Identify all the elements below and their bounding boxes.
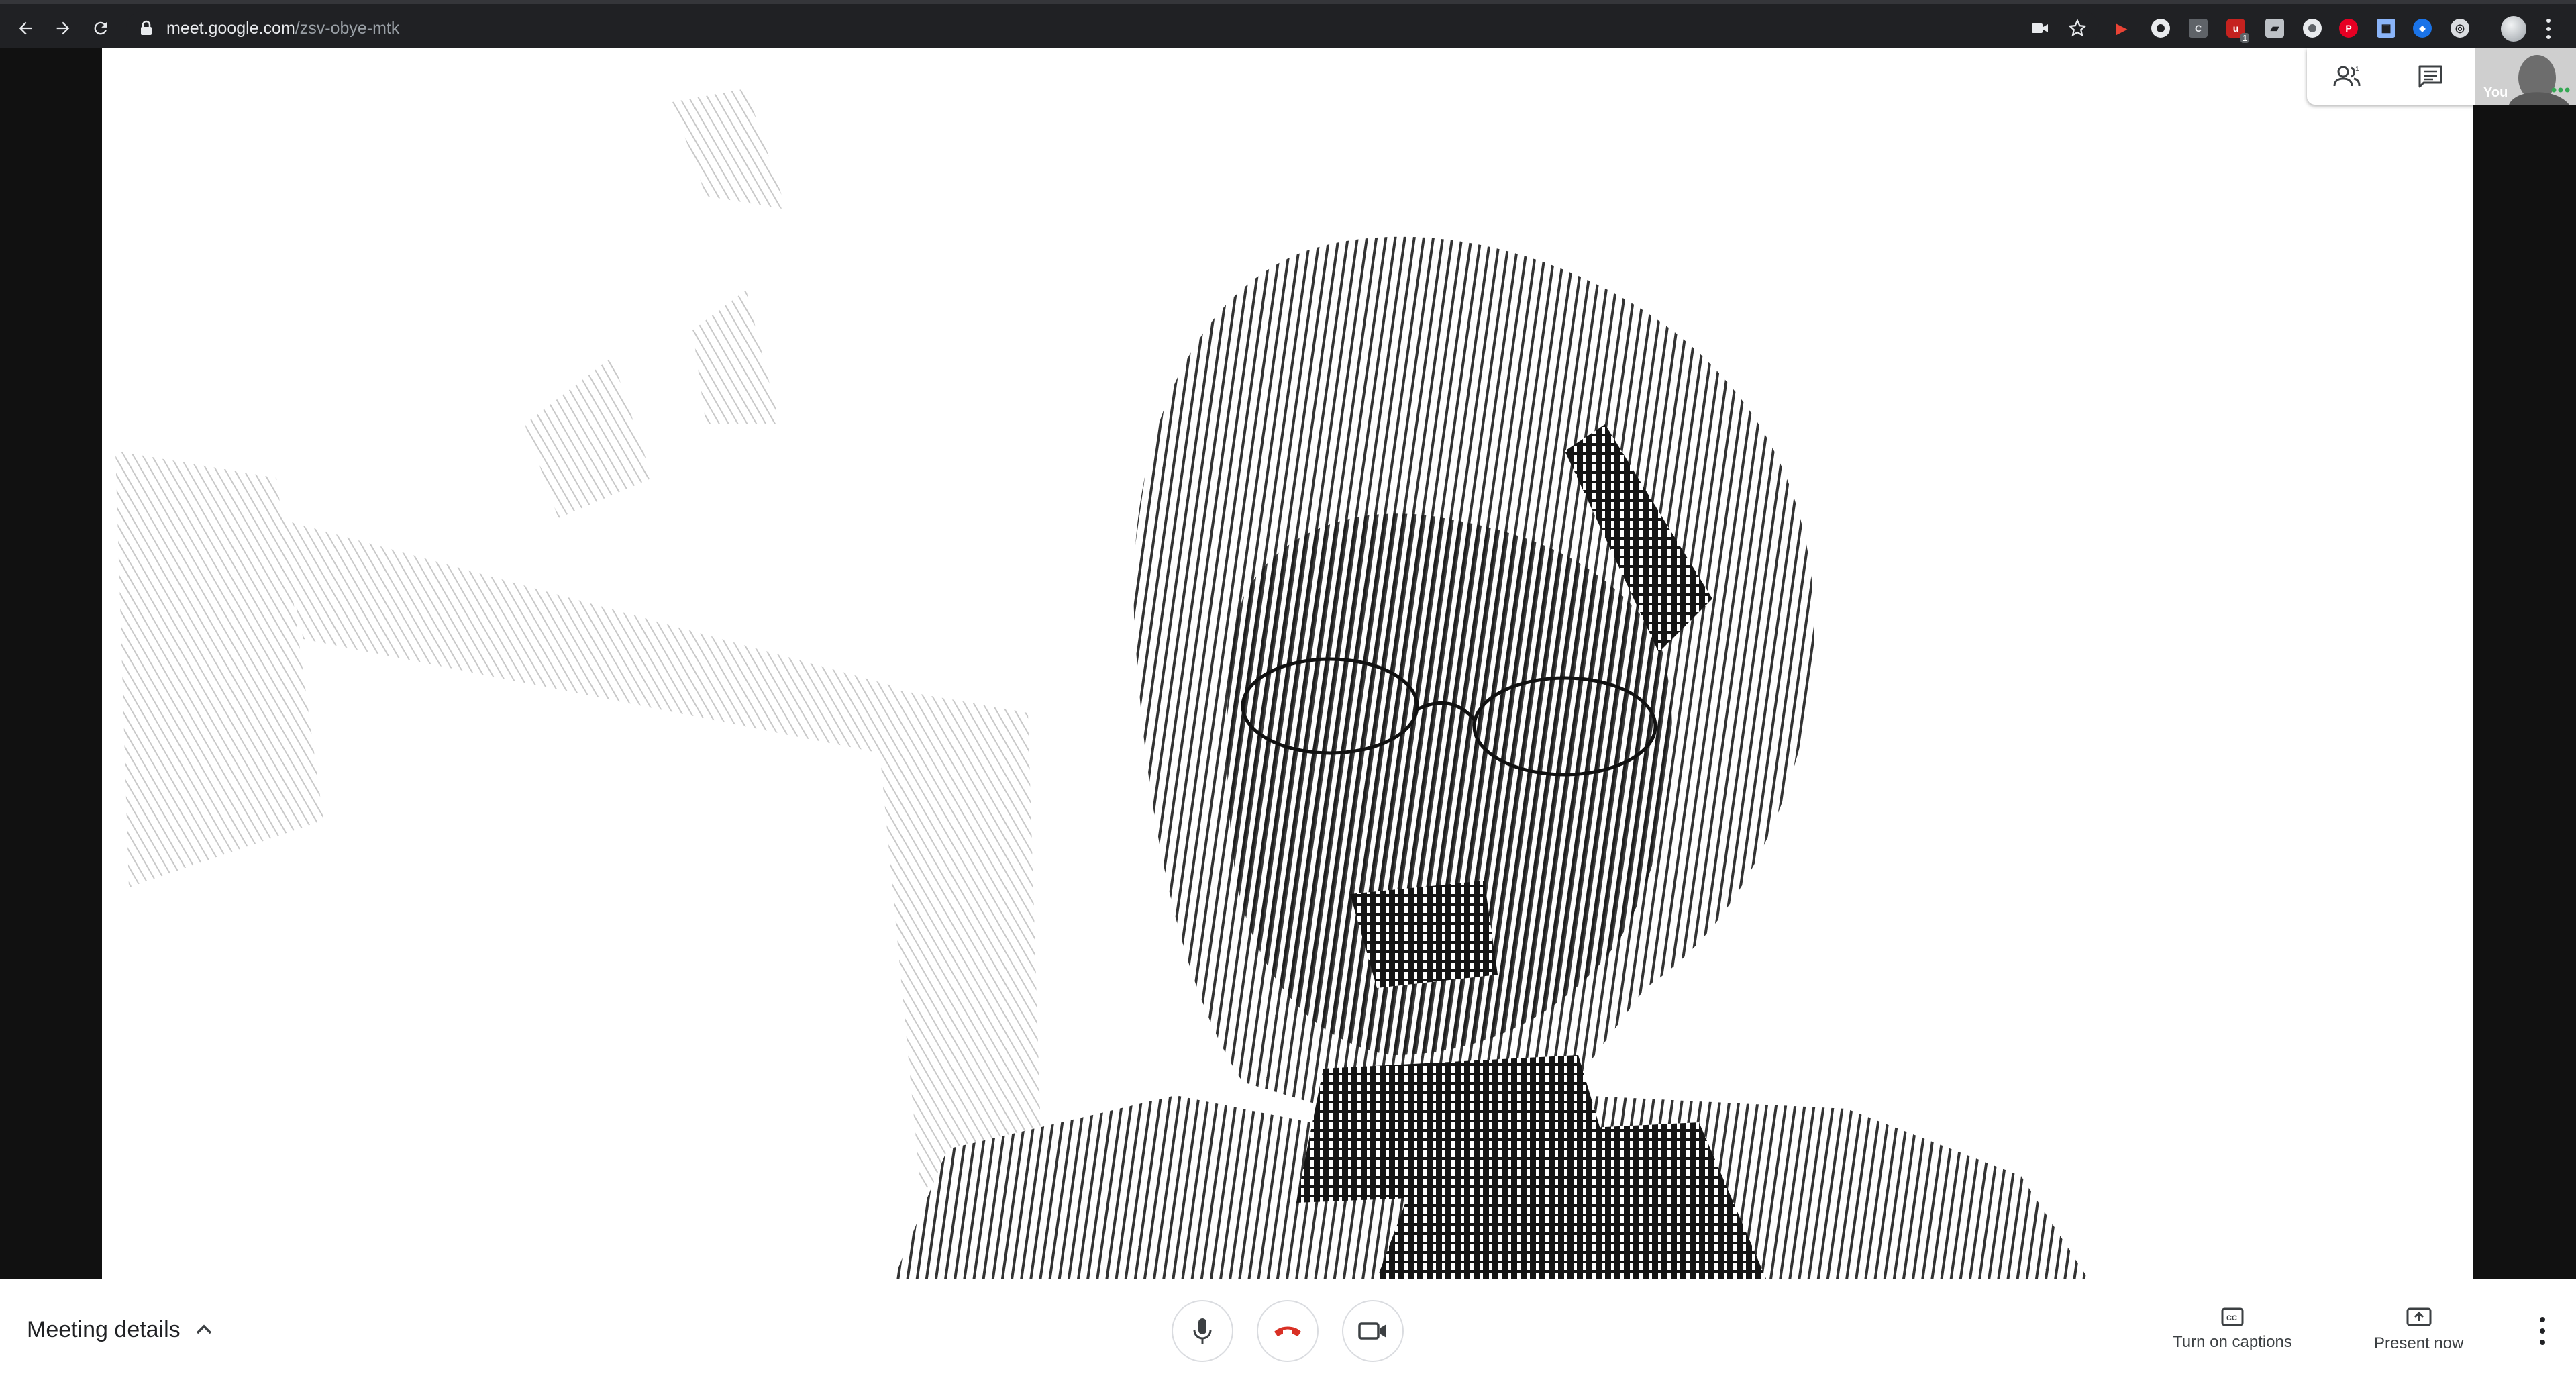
captions-label: Turn on captions xyxy=(2173,1333,2292,1351)
ext-0[interactable]: ▶ xyxy=(2112,19,2131,38)
chat-button[interactable] xyxy=(2412,58,2449,95)
pinterest-ext-icon: P xyxy=(2345,23,2352,34)
self-view-tile[interactable]: You xyxy=(2475,48,2576,105)
reload-button[interactable] xyxy=(85,12,117,44)
meeting-controls-bar: Meeting details CC Turn on captions Pres… xyxy=(0,1279,2576,1382)
svg-text:1: 1 xyxy=(2355,66,2359,73)
camera-button[interactable] xyxy=(1342,1300,1404,1362)
forward-button[interactable] xyxy=(47,12,79,44)
more-options-button[interactable] xyxy=(2528,1314,2555,1348)
c-ext-icon: C xyxy=(2194,23,2202,34)
back-button[interactable] xyxy=(9,12,42,44)
ublock-ext-icon: u xyxy=(2232,23,2239,34)
ext-4[interactable]: ▰ xyxy=(2265,19,2284,38)
circle-ext-icon xyxy=(2157,24,2165,32)
ext-9[interactable]: ◎ xyxy=(2451,19,2469,38)
camera-icon xyxy=(1358,1322,1386,1340)
closed-captions-icon: CC xyxy=(2221,1307,2244,1326)
chrome-menu-button[interactable] xyxy=(2542,17,2555,40)
meeting-details-label: Meeting details xyxy=(27,1316,181,1342)
captions-button[interactable]: CC Turn on captions xyxy=(2173,1307,2292,1361)
present-now-button[interactable]: Present now xyxy=(2374,1307,2463,1361)
meeting-details-button[interactable]: Meeting details xyxy=(27,1313,213,1346)
svg-text:CC: CC xyxy=(2226,1314,2237,1322)
people-button[interactable]: 1 xyxy=(2328,58,2366,95)
present-now-label: Present now xyxy=(2374,1334,2464,1352)
screen-ext-icon: ▣ xyxy=(2381,23,2391,34)
participant-video-feed xyxy=(115,89,2088,1279)
chevron-up-icon xyxy=(196,1324,211,1334)
microphone-button[interactable] xyxy=(1172,1300,1233,1362)
ublock-badge: 1 xyxy=(2240,33,2249,43)
image-ext-icon: ▰ xyxy=(2270,23,2279,34)
bookmark-star-icon[interactable] xyxy=(2068,19,2087,38)
participant-video xyxy=(102,48,2473,1279)
camera-in-use-icon[interactable] xyxy=(2030,19,2049,38)
ext-6[interactable]: P xyxy=(2339,19,2358,38)
back-arrow-icon xyxy=(19,21,32,35)
hang-up-icon xyxy=(1274,1326,1301,1336)
blue-ext-icon: ◆ xyxy=(2419,23,2426,33)
lock-icon xyxy=(141,20,152,35)
self-audio-indicator-icon xyxy=(2551,85,2571,97)
browser-toolbar: meet.google.com/zsv-obye-mtk ▶ C u 1 ▰ P… xyxy=(0,0,2576,48)
address-bar[interactable]: meet.google.com/zsv-obye-mtk xyxy=(126,11,2099,46)
lens-ext-icon: ◎ xyxy=(2455,23,2465,34)
ext-2[interactable]: C xyxy=(2189,19,2208,38)
reload-icon xyxy=(94,21,107,35)
chat-icon xyxy=(2418,65,2442,88)
url-text: meet.google.com/zsv-obye-mtk xyxy=(166,19,400,38)
present-screen-icon xyxy=(2406,1307,2432,1326)
people-chat-panel: 1 xyxy=(2307,48,2475,105)
forward-arrow-icon xyxy=(56,21,70,35)
ext-3[interactable]: u 1 xyxy=(2226,19,2249,43)
ext-7[interactable]: ▣ xyxy=(2377,19,2395,38)
meet-stage: 1 You xyxy=(0,48,2576,1279)
ext-8[interactable]: ◆ xyxy=(2413,19,2432,38)
ext-5[interactable] xyxy=(2303,19,2322,38)
microphone-icon xyxy=(1193,1318,1212,1344)
ext-1[interactable] xyxy=(2151,19,2170,38)
video-ext-icon: ▶ xyxy=(2116,21,2127,36)
leave-call-button[interactable] xyxy=(1257,1300,1319,1362)
people-icon: 1 xyxy=(2333,66,2361,87)
profile-avatar[interactable] xyxy=(2501,16,2526,42)
grey-circle-ext-icon xyxy=(2308,24,2316,32)
self-view-label: You xyxy=(2483,85,2508,100)
